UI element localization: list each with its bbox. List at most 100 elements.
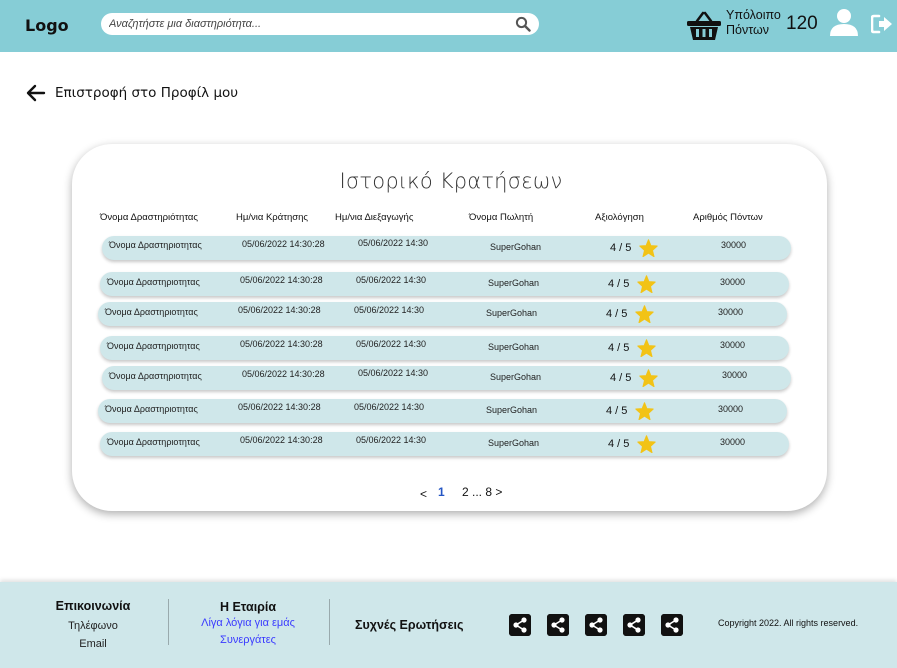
footer-phone[interactable]: Τηλέφωνο: [40, 617, 146, 635]
cell-seller: SuperGohan: [488, 438, 540, 448]
footer-divider: [168, 599, 169, 645]
cell-activity: Όνομα Δραστηριοτητας: [109, 240, 202, 250]
cell-activity: Όνομα Δραστηριοτητας: [105, 404, 198, 414]
cell-points: 30000: [720, 437, 746, 447]
cell-rating: 4 / 5: [606, 405, 628, 417]
cell-booking-date: 05/06/2022 14:30:28: [242, 369, 325, 379]
cell-activity: Όνομα Δραστηριοτητας: [105, 307, 198, 317]
cell-event-date: 05/06/2022 14:30: [358, 238, 429, 248]
table-row[interactable]: Όνομα Δραστηριοτητας 05/06/2022 14:30:28…: [100, 272, 789, 296]
star-icon: [637, 275, 656, 293]
table-row[interactable]: Όνομα Δραστηριοτητας 05/06/2022 14:30:28…: [98, 302, 787, 326]
footer-about-link[interactable]: Λίγα λόγια για εμάς: [186, 615, 310, 632]
basket-icon[interactable]: [686, 11, 722, 41]
user-icon[interactable]: [829, 8, 859, 36]
search-bar: [101, 13, 539, 35]
cell-activity: Όνομα Δραστηριοτητας: [109, 371, 202, 381]
footer-email[interactable]: Email: [40, 635, 146, 653]
star-icon: [637, 339, 656, 357]
footer-contact: Επικοινωνία Τηλέφωνο Email: [40, 599, 146, 653]
footer-contact-heading: Επικοινωνία: [55, 599, 131, 613]
cell-seller: SuperGohan: [486, 405, 538, 415]
cell-rating: 4 / 5: [608, 438, 630, 450]
cell-rating: 4 / 5: [606, 308, 628, 320]
cell-event-date: 05/06/2022 14:30: [356, 275, 427, 285]
column-header-event-date: Ημ/νια Διεξαγωγής: [335, 212, 414, 223]
back-to-profile-link[interactable]: Επιστροφή στο Προφίλ μου: [26, 84, 238, 102]
column-header-rating: Αξιολόγηση: [595, 212, 644, 223]
table-row[interactable]: Όνομα Δραστηριοτητας 05/06/2022 14:30:28…: [102, 366, 791, 390]
column-header-points: Αριθμός Πόντων: [693, 212, 763, 223]
cell-points: 30000: [718, 404, 744, 414]
cell-activity: Όνομα Δραστηριοτητας: [107, 341, 200, 351]
arrow-left-icon: [26, 84, 46, 102]
cell-event-date: 05/06/2022 14:30: [354, 305, 425, 315]
faq-link[interactable]: Συχνές Ερωτήσεις: [355, 618, 464, 632]
table-row[interactable]: Όνομα Δραστηριοτητας 05/06/2022 14:30:28…: [100, 336, 789, 360]
star-icon: [635, 402, 654, 420]
table-row[interactable]: Όνομα Δραστηριοτητας 05/06/2022 14:30:28…: [98, 399, 787, 423]
booking-history-card: Ιστορικό Κρατήσεων Όνομα Δραστηριότητας …: [72, 144, 827, 511]
cell-event-date: 05/06/2022 14:30: [356, 339, 427, 349]
star-icon: [639, 369, 658, 387]
share-icon[interactable]: [509, 614, 531, 636]
star-icon: [639, 239, 658, 257]
cell-event-date: 05/06/2022 14:30: [354, 402, 425, 412]
cell-booking-date: 05/06/2022 14:30:28: [240, 275, 323, 285]
column-header-booking-date: Ημ/νια Κράτησης: [236, 212, 308, 223]
cell-points: 30000: [722, 370, 748, 380]
footer-partners-link[interactable]: Συνεργάτες: [186, 632, 310, 649]
star-icon: [635, 305, 654, 323]
search-icon[interactable]: [515, 16, 531, 32]
search-input[interactable]: [109, 16, 509, 32]
pagination-pages[interactable]: 2 ... 8 >: [462, 485, 502, 499]
table-row[interactable]: Όνομα Δραστηριοτητας 05/06/2022 14:30:28…: [102, 236, 791, 260]
column-header-seller: Όνομα Πωλητή: [469, 212, 534, 223]
cell-booking-date: 05/06/2022 14:30:28: [240, 435, 323, 445]
page-title: Ιστορικό Κρατήσεων: [339, 169, 563, 193]
points-label: Υπόλοιπο Πόντων: [726, 8, 786, 38]
cell-event-date: 05/06/2022 14:30: [358, 368, 429, 378]
share-icon[interactable]: [547, 614, 569, 636]
footer-divider: [329, 599, 330, 645]
points-value: 120: [786, 13, 818, 34]
back-link-label: Επιστροφή στο Προφίλ μου: [55, 85, 239, 101]
cell-booking-date: 05/06/2022 14:30:28: [238, 402, 321, 412]
top-header: Logo Υπόλοιπο Πόντων 120: [0, 0, 897, 52]
logo[interactable]: Logo: [25, 16, 69, 35]
column-header-activity: Όνομα Δραστηριότητας: [100, 212, 199, 223]
pagination-current-page[interactable]: 1: [438, 485, 445, 499]
footer: Επικοινωνία Τηλέφωνο Email Η Εταιρία Λίγ…: [0, 582, 897, 668]
cell-seller: SuperGohan: [486, 308, 538, 318]
cell-rating: 4 / 5: [610, 242, 632, 254]
cell-booking-date: 05/06/2022 14:30:28: [242, 239, 325, 249]
cell-points: 30000: [720, 277, 746, 287]
cell-activity: Όνομα Δραστηριοτητας: [107, 437, 200, 447]
cell-event-date: 05/06/2022 14:30: [356, 435, 427, 445]
footer-company: Η Εταιρία Λίγα λόγια για εμάς Συνεργάτες: [186, 600, 310, 649]
cell-seller: SuperGohan: [488, 278, 540, 288]
cell-rating: 4 / 5: [610, 372, 632, 384]
share-icon[interactable]: [661, 614, 683, 636]
cell-booking-date: 05/06/2022 14:30:28: [240, 339, 323, 349]
pagination-prev[interactable]: <: [420, 487, 427, 501]
cell-activity: Όνομα Δραστηριοτητας: [107, 277, 200, 287]
table-row[interactable]: Όνομα Δραστηριοτητας 05/06/2022 14:30:28…: [100, 432, 789, 456]
cell-points: 30000: [720, 340, 746, 350]
cell-rating: 4 / 5: [608, 278, 630, 290]
share-icon[interactable]: [585, 614, 607, 636]
points-label-line1: Υπόλοιπο: [726, 8, 781, 22]
cell-booking-date: 05/06/2022 14:30:28: [238, 305, 321, 315]
copyright-text: Copyright 2022. All rights reserved.: [718, 618, 859, 628]
points-label-line2: Πόντων: [726, 23, 769, 37]
star-icon: [637, 435, 656, 453]
cell-points: 30000: [721, 240, 747, 250]
share-icon[interactable]: [623, 614, 645, 636]
cell-points: 30000: [718, 307, 744, 317]
cell-seller: SuperGohan: [490, 242, 542, 252]
logout-icon[interactable]: [871, 14, 893, 34]
cell-seller: SuperGohan: [488, 342, 540, 352]
cell-seller: SuperGohan: [490, 372, 542, 382]
cell-rating: 4 / 5: [608, 342, 630, 354]
footer-company-heading: Η Εταιρία: [219, 600, 277, 614]
